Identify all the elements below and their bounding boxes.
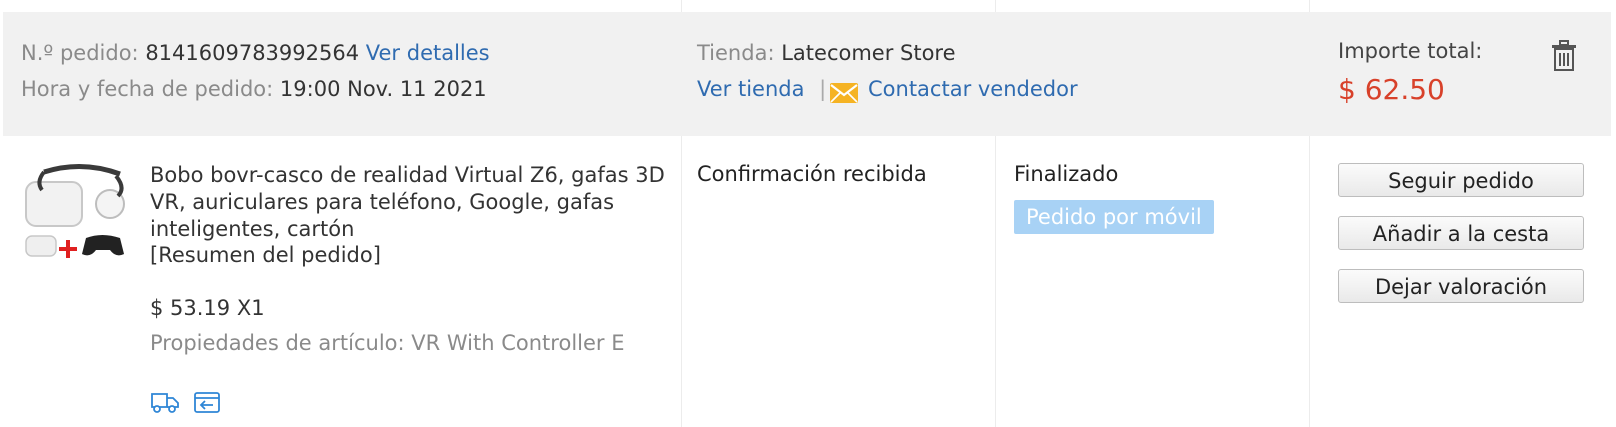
order-datetime-label: Hora y fecha de pedido:: [21, 77, 274, 101]
order-summary-link[interactable]: [Resumen del pedido]: [150, 243, 381, 267]
store-label: Tienda:: [697, 41, 775, 65]
trash-icon[interactable]: [1549, 40, 1579, 72]
order-datetime-value: 19:00 Nov. 11 2021: [279, 77, 487, 101]
item-price-quantity: $ 53.19 X1: [150, 296, 265, 320]
product-thumbnail[interactable]: [22, 160, 132, 270]
store-name: Latecomer Store: [781, 41, 956, 65]
add-to-cart-button[interactable]: Añadir a la cesta: [1338, 216, 1584, 250]
shipping-status: Confirmación recibida: [697, 162, 927, 186]
leave-review-button[interactable]: Dejar valoración: [1338, 269, 1584, 303]
contact-seller-link[interactable]: Contactar vendedor: [868, 77, 1078, 101]
order-datetime-row: Hora y fecha de pedido: 19:00 Nov. 11 20…: [21, 77, 487, 101]
return-icon[interactable]: [192, 390, 222, 414]
order-number-label: N.º pedido:: [21, 41, 139, 65]
item-properties: Propiedades de artículo: VR With Control…: [150, 331, 625, 355]
link-separator: |: [819, 77, 827, 101]
order-number-value: 8141609783992564: [145, 41, 360, 65]
delivery-truck-icon[interactable]: [150, 390, 180, 414]
store-row: Tienda: Latecomer Store: [697, 41, 956, 65]
total-label: Importe total:: [1338, 39, 1483, 63]
track-order-button[interactable]: Seguir pedido: [1338, 163, 1584, 197]
mobile-order-badge: Pedido por móvil: [1014, 200, 1214, 234]
mail-icon[interactable]: [829, 81, 859, 105]
view-store-link[interactable]: Ver tienda: [697, 77, 804, 101]
view-details-link[interactable]: Ver detalles: [366, 41, 490, 65]
total-value: $ 62.50: [1338, 73, 1445, 106]
order-status: Finalizado: [1014, 162, 1119, 186]
store-links-row: Ver tienda |: [697, 77, 834, 101]
product-title[interactable]: Bobo bovr-casco de realidad Virtual Z6, …: [150, 162, 680, 243]
order-number-row: N.º pedido: 8141609783992564 Ver detalle…: [21, 41, 490, 65]
